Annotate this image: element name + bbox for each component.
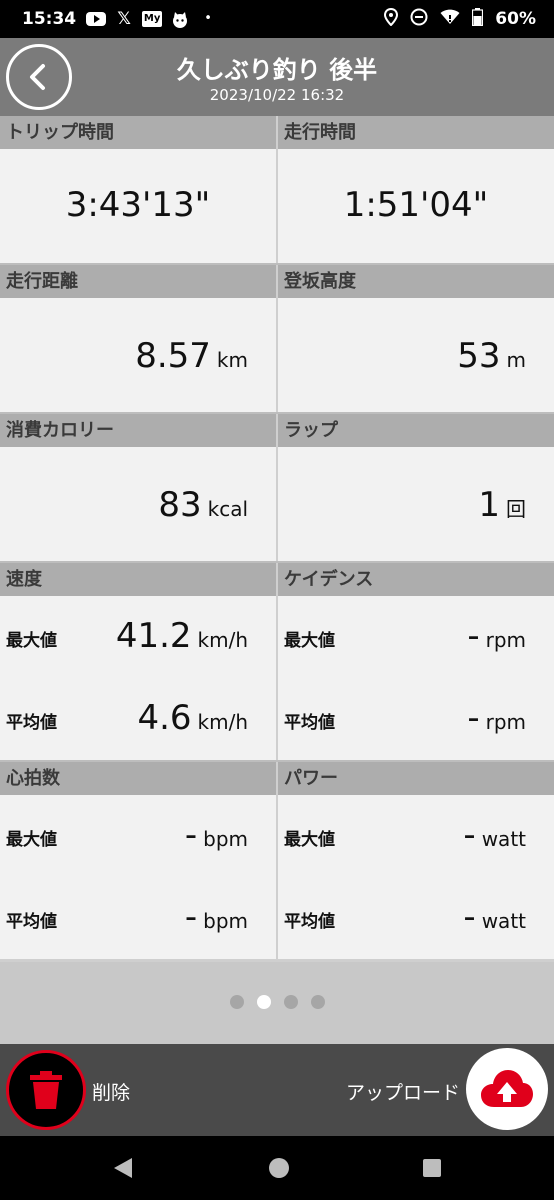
cadence-card: ケイデンス 最大値 - rpm 平均値 - rpm: [278, 563, 554, 760]
climb-card: 登坂高度 53 m: [278, 265, 554, 412]
power-avg-unit: watt: [481, 909, 526, 933]
cadence-avg-unit: rpm: [485, 710, 526, 734]
card-title: ラップ: [278, 414, 554, 447]
avg-label: 平均値: [284, 713, 335, 733]
power-max-value: -: [463, 815, 476, 855]
card-title: 走行時間: [278, 116, 554, 149]
page-dot[interactable]: [229, 995, 244, 1009]
upload-label[interactable]: アップロード: [346, 1078, 460, 1105]
power-card: パワー 最大値 - watt 平均値 - watt: [278, 762, 554, 959]
avg-label: 平均値: [284, 912, 335, 932]
nav-recents-icon[interactable]: [423, 1159, 441, 1177]
avg-label: 平均値: [6, 713, 57, 733]
nav-back-icon[interactable]: [114, 1158, 132, 1178]
page-dot[interactable]: [283, 995, 298, 1009]
calories-unit: kcal: [207, 497, 248, 521]
card-title: 消費カロリー: [0, 414, 276, 447]
youtube-icon: [86, 12, 107, 26]
card-title: 登坂高度: [278, 265, 554, 298]
stats-grid: トリップ時間 3:43'13" 走行時間 1:51'04" 走行距離 8.57 …: [0, 116, 554, 959]
max-label: 最大値: [284, 631, 335, 651]
max-label: 最大値: [6, 631, 57, 651]
calories-value: 83: [158, 485, 202, 525]
header: 久しぶり釣り 後半 2023/10/22 16:32: [0, 38, 554, 116]
laps-unit: 回: [506, 497, 526, 521]
calories-card: 消費カロリー 83 kcal: [0, 414, 276, 561]
heart-rate-avg-value: -: [184, 897, 198, 937]
heart-rate-card: 心拍数 最大値 - bpm 平均値 - bpm: [0, 762, 276, 959]
dnd-icon: [410, 8, 428, 31]
upload-button[interactable]: [466, 1048, 548, 1130]
page-indicator-area: [0, 962, 554, 1044]
system-nav-bar: [0, 1136, 554, 1200]
stats-row: トリップ時間 3:43'13" 走行時間 1:51'04": [0, 116, 554, 263]
nav-home-icon[interactable]: [269, 1158, 289, 1178]
card-title: トリップ時間: [0, 116, 276, 149]
cloud-upload-icon: [481, 1070, 533, 1107]
power-max-unit: watt: [481, 827, 526, 851]
wifi-icon: [440, 9, 460, 30]
card-title: パワー: [278, 762, 554, 795]
speed-max-unit: km/h: [197, 628, 248, 652]
climb-value: 53: [457, 336, 501, 376]
trash-icon: [30, 1071, 62, 1109]
delete-button[interactable]: [6, 1050, 86, 1130]
action-bar: 削除 アップロード: [0, 1044, 554, 1136]
distance-card: 走行距離 8.57 km: [0, 265, 276, 412]
page-datetime: 2023/10/22 16:32: [209, 86, 345, 104]
status-bar: 15:34 𝕏 My • 60%: [0, 0, 554, 38]
stats-row: 消費カロリー 83 kcal ラップ 1 回: [0, 414, 554, 561]
stats-row: 心拍数 最大値 - bpm 平均値 - bpm パワー 最大値 - watt 平…: [0, 762, 554, 959]
distance-unit: km: [216, 348, 248, 372]
card-title: 心拍数: [0, 762, 276, 795]
speed-avg-unit: km/h: [197, 710, 248, 734]
power-avg-value: -: [463, 897, 476, 937]
location-icon: [384, 7, 399, 31]
page-dot-active[interactable]: [256, 995, 271, 1009]
cadence-max-value: -: [467, 616, 480, 656]
page-dot[interactable]: [310, 995, 325, 1009]
battery-percent: 60%: [495, 9, 536, 29]
my-icon: My: [142, 11, 163, 27]
cat-app-icon: [170, 11, 190, 28]
card-title: ケイデンス: [278, 563, 554, 596]
battery-icon: [472, 7, 484, 31]
avg-label: 平均値: [6, 912, 57, 932]
stats-row: 速度 最大値 41.2 km/h 平均値 4.6 km/h ケイデンス 最大値 …: [0, 563, 554, 760]
status-time: 15:34: [22, 9, 77, 29]
trip-time-value: 3:43'13": [65, 185, 211, 225]
speed-avg-value: 4.6: [137, 698, 192, 738]
delete-label[interactable]: 削除: [92, 1078, 130, 1105]
card-title: 速度: [0, 563, 276, 596]
cadence-avg-value: -: [467, 698, 480, 738]
distance-value: 8.57: [135, 336, 211, 376]
speed-max-value: 41.2: [115, 616, 192, 656]
trip-time-card: トリップ時間 3:43'13": [0, 116, 276, 263]
cadence-max-unit: rpm: [485, 628, 526, 652]
heart-rate-avg-unit: bpm: [203, 909, 248, 933]
page-dots: [0, 995, 554, 1009]
ride-time-value: 1:51'04": [343, 185, 489, 225]
laps-value: 1: [478, 485, 500, 525]
heart-rate-max-unit: bpm: [203, 827, 248, 851]
stats-row: 走行距離 8.57 km 登坂高度 53 m: [0, 265, 554, 412]
heart-rate-max-value: -: [184, 815, 198, 855]
laps-card: ラップ 1 回: [278, 414, 554, 561]
dot-icon: •: [204, 11, 212, 26]
page-title: 久しぶり釣り 後半: [176, 56, 378, 84]
card-title: 走行距離: [0, 265, 276, 298]
speed-card: 速度 最大値 41.2 km/h 平均値 4.6 km/h: [0, 563, 276, 760]
climb-unit: m: [506, 348, 526, 372]
max-label: 最大値: [6, 830, 57, 850]
x-icon: 𝕏: [117, 9, 131, 29]
max-label: 最大値: [284, 830, 335, 850]
ride-time-card: 走行時間 1:51'04": [278, 116, 554, 263]
